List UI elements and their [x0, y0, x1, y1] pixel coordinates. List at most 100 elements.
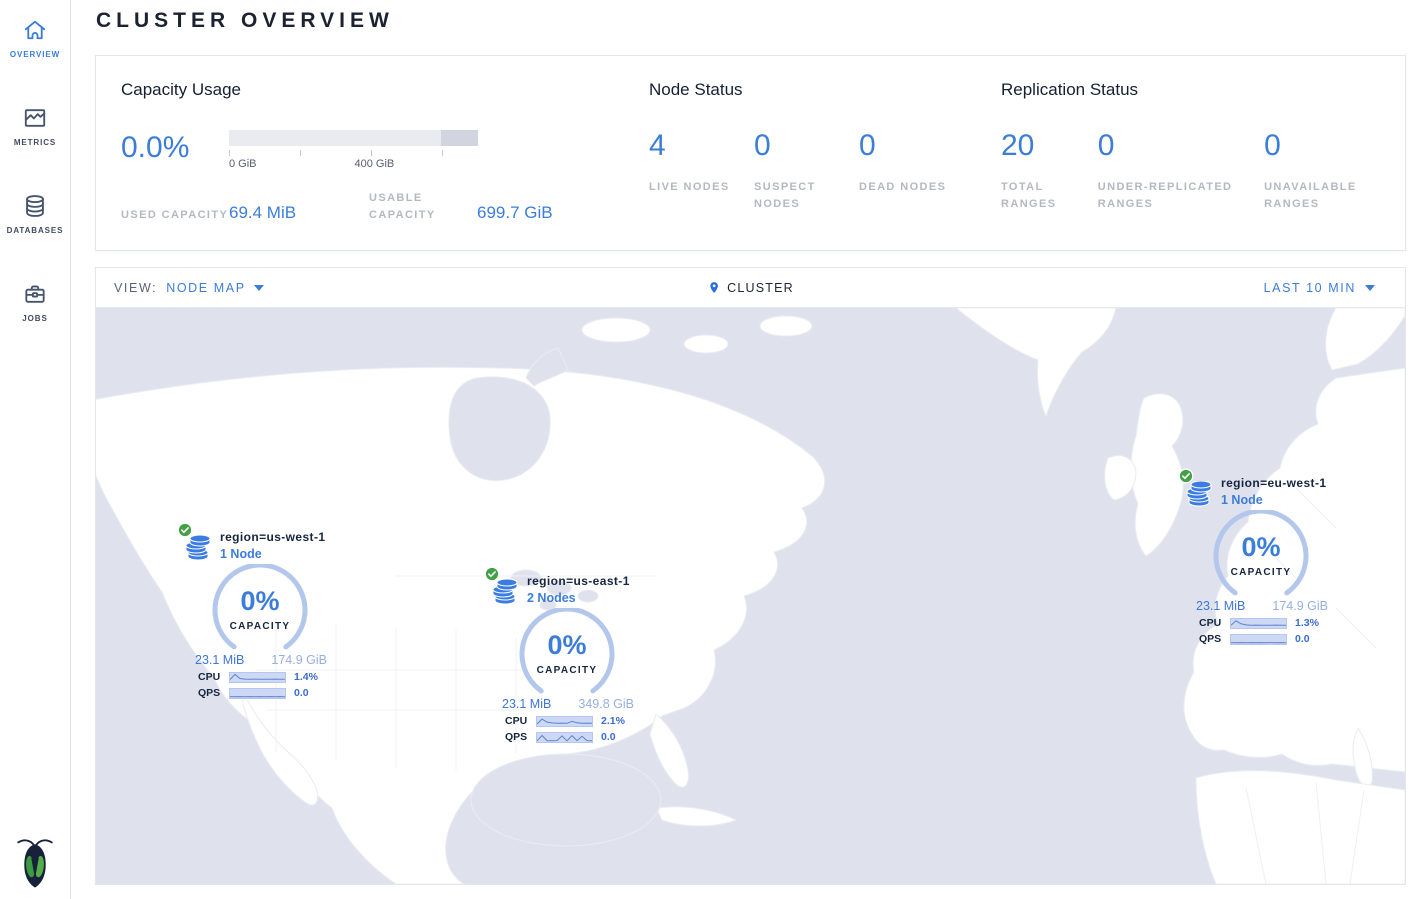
node-map: region=us-west-1 1 Node 0% CAPACITY 23.1…	[96, 308, 1405, 884]
used-capacity-value: 69.4 MiB	[229, 203, 296, 224]
qps-value: 0.0	[601, 731, 616, 743]
under-replicated-ranges-value: 0	[1098, 131, 1264, 161]
location-pin-icon	[707, 279, 720, 296]
capacity-gauge: 0% CAPACITY	[185, 564, 335, 650]
time-range-value: LAST 10 MIN	[1264, 281, 1356, 295]
sidebar-item-label: OVERVIEW	[10, 50, 60, 59]
unavailable-ranges-value: 0	[1264, 131, 1405, 161]
database-icon	[22, 193, 48, 219]
gauge-percent: 0%	[492, 630, 642, 661]
usable-capacity-stat: USABLE CAPACITY 699.7 GiB	[369, 190, 553, 224]
qps-value: 0.0	[294, 687, 309, 699]
under-replicated-ranges-label: UNDER-REPLICATED RANGES	[1098, 179, 1248, 213]
region-node-us-east-1: region=us-east-1 2 Nodes 0% CAPACITY 23.…	[492, 569, 654, 743]
qps-sparkline	[1230, 634, 1287, 645]
sidebar-item-jobs[interactable]: JOBS	[0, 277, 70, 331]
capacity-bar-track	[229, 130, 478, 146]
region-node-eu-west-1: region=eu-west-1 1 Node 0% CAPACITY 23.1…	[1186, 471, 1348, 645]
sidebar-item-label: DATABASES	[7, 226, 64, 235]
node-status-title: Node Status	[649, 80, 1001, 100]
cpu-label: CPU	[505, 715, 536, 727]
node-count-link[interactable]: 1 Node	[1221, 492, 1326, 508]
node-map-card: VIEW: NODE MAP CLUSTER LAST 10 MIN	[95, 267, 1406, 885]
sidebar-item-metrics[interactable]: METRICS	[0, 101, 70, 155]
page-title: CLUSTER OVERVIEW	[96, 9, 394, 33]
cpu-sparkline	[536, 716, 593, 727]
cpu-sparkline	[1230, 618, 1287, 629]
qps-sparkline	[229, 688, 286, 699]
capacity-usage-section: Capacity Usage 0.0% 0 GiB 400 GiB USED C…	[96, 56, 649, 250]
cpu-sparkline	[229, 672, 286, 683]
usable-capacity-value: 699.7 GiB	[477, 203, 553, 224]
sidebar-item-overview[interactable]: OVERVIEW	[0, 13, 70, 67]
cpu-label: CPU	[1199, 617, 1230, 629]
briefcase-icon	[22, 281, 48, 307]
node-status-section: Node Status 4 LIVE NODES 0 SUSPECT NODES…	[649, 56, 1001, 250]
capacity-tick-label-400: 400 GiB	[354, 158, 394, 170]
view-label: VIEW:	[114, 281, 157, 295]
node-total-capacity: 349.8 GiB	[578, 697, 634, 711]
node-db-icon-wrap	[185, 535, 211, 563]
live-nodes-stat: 4 LIVE NODES	[649, 131, 754, 213]
node-count-link[interactable]: 2 Nodes	[527, 590, 630, 606]
replication-status-title: Replication Status	[1001, 80, 1405, 100]
qps-label: QPS	[198, 687, 229, 699]
node-db-icon-wrap	[1186, 481, 1212, 509]
node-used-capacity: 23.1 MiB	[502, 697, 551, 711]
dead-nodes-stat: 0 DEAD NODES	[859, 131, 946, 213]
healthy-check-icon	[177, 522, 193, 543]
region-label: region=us-west-1	[220, 530, 325, 546]
total-ranges-stat: 20 TOTAL RANGES	[1001, 131, 1098, 213]
node-count-link[interactable]: 1 Node	[220, 546, 325, 562]
node-used-capacity: 23.1 MiB	[195, 653, 244, 667]
region-label: region=eu-west-1	[1221, 476, 1326, 492]
view-dropdown[interactable]: NODE MAP	[166, 281, 263, 295]
used-capacity-stat: USED CAPACITY 69.4 MiB	[121, 190, 369, 224]
gauge-caption: CAPACITY	[185, 621, 335, 632]
capacity-usage-title: Capacity Usage	[121, 80, 649, 100]
region-label: region=us-east-1	[527, 574, 630, 590]
suspect-nodes-label: SUSPECT NODES	[754, 179, 859, 213]
cpu-value: 2.1%	[601, 715, 625, 727]
unavailable-ranges-stat: 0 UNAVAILABLE RANGES	[1264, 131, 1405, 213]
chevron-down-icon	[254, 285, 264, 291]
qps-label: QPS	[505, 731, 536, 743]
cluster-summary-card: Capacity Usage 0.0% 0 GiB 400 GiB USED C…	[95, 55, 1406, 251]
node-used-capacity: 23.1 MiB	[1196, 599, 1245, 613]
sidebar-item-label: METRICS	[14, 138, 56, 147]
healthy-check-icon	[484, 566, 500, 587]
node-total-capacity: 174.9 GiB	[271, 653, 327, 667]
cpu-label: CPU	[198, 671, 229, 683]
region-node-us-west-1: region=us-west-1 1 Node 0% CAPACITY 23.1…	[185, 525, 347, 699]
usable-capacity-label: USABLE CAPACITY	[369, 190, 477, 224]
capacity-gauge: 0% CAPACITY	[1186, 510, 1336, 596]
capacity-tick-label-0: 0 GiB	[229, 158, 257, 170]
qps-value: 0.0	[1295, 633, 1310, 645]
breadcrumb-label: CLUSTER	[727, 281, 794, 295]
map-toolbar: VIEW: NODE MAP CLUSTER LAST 10 MIN	[96, 268, 1405, 308]
unavailable-ranges-label: UNAVAILABLE RANGES	[1264, 179, 1405, 213]
metrics-chart-icon	[22, 105, 48, 131]
suspect-nodes-stat: 0 SUSPECT NODES	[754, 131, 859, 213]
node-total-capacity: 174.9 GiB	[1272, 599, 1328, 613]
map-breadcrumb[interactable]: CLUSTER	[707, 279, 794, 296]
qps-sparkline	[536, 732, 593, 743]
capacity-bar: 0 GiB 400 GiB	[229, 130, 478, 163]
suspect-nodes-value: 0	[754, 131, 859, 161]
total-ranges-label: TOTAL RANGES	[1001, 179, 1098, 213]
total-ranges-value: 20	[1001, 131, 1098, 161]
capacity-bar-reserved-segment	[441, 130, 478, 146]
dead-nodes-label: DEAD NODES	[859, 179, 946, 196]
capacity-gauge: 0% CAPACITY	[492, 608, 642, 694]
gauge-caption: CAPACITY	[1186, 567, 1336, 578]
replication-status-section: Replication Status 20 TOTAL RANGES 0 UND…	[1001, 56, 1405, 250]
gauge-caption: CAPACITY	[492, 665, 642, 676]
live-nodes-value: 4	[649, 131, 754, 161]
sidebar-item-databases[interactable]: DATABASES	[0, 189, 70, 243]
qps-label: QPS	[1199, 633, 1230, 645]
healthy-check-icon	[1178, 468, 1194, 489]
chevron-down-icon	[1365, 285, 1375, 291]
home-icon	[22, 17, 48, 43]
used-capacity-label: USED CAPACITY	[121, 207, 229, 224]
time-range-dropdown[interactable]: LAST 10 MIN	[1264, 281, 1375, 295]
